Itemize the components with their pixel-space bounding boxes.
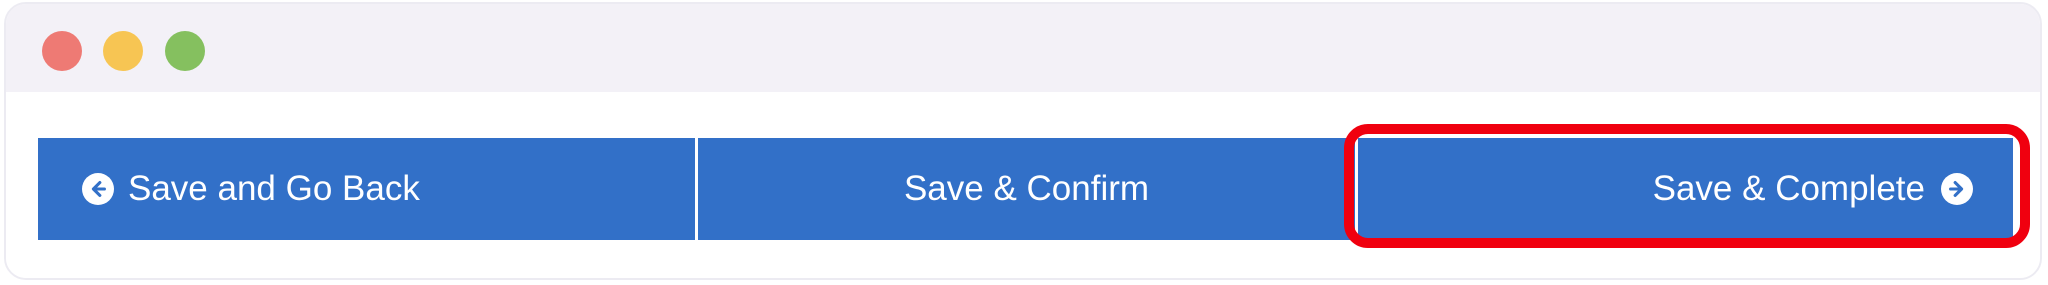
save-and-complete-button[interactable]: Save & Complete (1358, 138, 2013, 240)
title-bar (6, 4, 2040, 92)
save-and-confirm-label: Save & Confirm (903, 169, 1150, 208)
save-and-confirm-button[interactable]: Save & Confirm (698, 138, 1355, 240)
close-window-button[interactable] (42, 31, 82, 71)
content-area: Save and Go Back Save & Confirm Save & C… (6, 92, 2040, 278)
arrow-right-circle-icon (1941, 173, 1973, 205)
minimize-window-button[interactable] (103, 31, 143, 71)
save-and-complete-label: Save & Complete (1652, 169, 1925, 208)
arrow-left-circle-icon (82, 173, 114, 205)
action-button-bar: Save and Go Back Save & Confirm Save & C… (38, 138, 2013, 240)
save-and-go-back-button[interactable]: Save and Go Back (38, 138, 695, 240)
app-window: Save and Go Back Save & Confirm Save & C… (4, 2, 2042, 280)
save-and-go-back-label: Save and Go Back (128, 169, 420, 208)
maximize-window-button[interactable] (165, 31, 205, 71)
